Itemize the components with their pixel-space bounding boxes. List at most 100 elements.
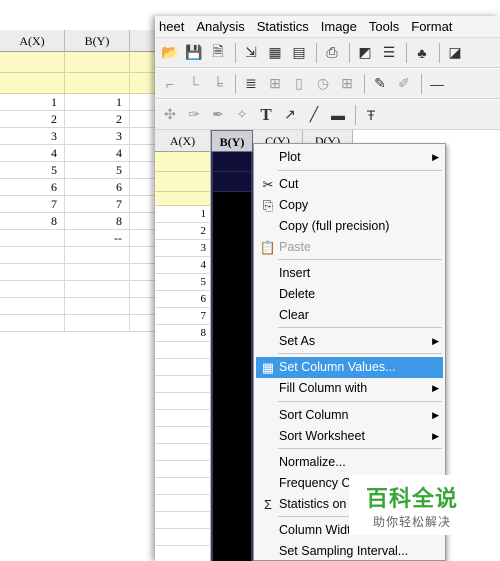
print-icon[interactable]: ⎙ [321,42,343,64]
menu-item-sort-column[interactable]: Sort Column ▶ [256,405,443,426]
rectangle-tool-icon[interactable]: ▬ [327,104,349,126]
row-number[interactable]: 6 [155,291,211,308]
long-name-cell[interactable] [65,52,130,73]
menu-statistics[interactable]: Statistics [251,16,315,37]
open-icon[interactable]: 📂 [159,42,181,64]
menu-item-plot[interactable]: Plot ▶ [256,147,443,168]
table-cell[interactable] [0,298,65,315]
save-template-icon[interactable]: 🗎 [207,42,229,64]
row-number[interactable] [155,546,211,561]
row-number[interactable]: 1 [155,206,211,223]
table-cell[interactable]: 6 [0,179,65,196]
line-icon[interactable]: — [426,73,448,95]
menu-item-set-column-values[interactable]: ▦ Set Column Values... [256,357,443,378]
menu-item-copy[interactable]: ⎘ Copy [256,195,443,216]
table-cell[interactable]: 5 [65,162,130,179]
row-number[interactable]: 7 [155,308,211,325]
row-number[interactable] [155,461,211,478]
table-cell[interactable]: 4 [65,145,130,162]
table-cell[interactable] [65,247,130,264]
table-cell[interactable]: 8 [65,213,130,230]
plot-icon[interactable]: ◩ [354,42,376,64]
row-number[interactable]: 5 [155,274,211,291]
table-cell[interactable]: 5 [0,162,65,179]
row-number[interactable] [155,478,211,495]
menu-item-set-as[interactable]: Set As ▶ [256,331,443,352]
row-number[interactable]: 3 [155,240,211,257]
row-number[interactable] [155,495,211,512]
column-header-a[interactable]: A(X) [155,130,211,152]
list-icon[interactable]: ≣ [240,73,262,95]
units-cell[interactable] [0,73,65,94]
table-cell[interactable] [65,298,130,315]
comments-cell[interactable] [155,192,211,206]
menu-item-set-sampling-interval[interactable]: Set Sampling Interval... [256,541,443,561]
table-cell[interactable] [0,281,65,298]
row-number[interactable]: 2 [155,223,211,240]
table-cell[interactable]: 4 [0,145,65,162]
menu-item-fill-column-with[interactable]: Fill Column with ▶ [256,378,443,399]
column-header-b-selected[interactable]: B(Y) [211,130,253,152]
row-number[interactable] [155,376,211,393]
menu-item-sort-worksheet[interactable]: Sort Worksheet ▶ [256,426,443,447]
import-wizard-icon[interactable]: ▦ [264,42,286,64]
table-icon[interactable]: ☰ [378,42,400,64]
row-number[interactable] [155,393,211,410]
row-number[interactable] [155,529,211,546]
pen-icon[interactable]: ✑ [183,104,205,126]
menu-image[interactable]: Image [315,16,363,37]
menu-item-clear[interactable]: Clear [256,305,443,326]
table-cell[interactable]: 7 [65,196,130,213]
menu-item-delete[interactable]: Delete [256,284,443,305]
arrow-tool-icon[interactable]: ↗ [279,104,301,126]
table-cell[interactable]: 1 [0,94,65,111]
text-format-icon[interactable]: Ŧ [360,104,382,126]
brush-icon[interactable]: ✒ [207,104,229,126]
table-cell[interactable]: 1 [65,94,130,111]
row-number[interactable] [155,410,211,427]
table-cell[interactable]: -- [65,230,130,247]
menu-worksheet[interactable]: heet [155,16,190,37]
long-name-cell[interactable] [155,152,211,172]
table-cell[interactable]: 3 [65,128,130,145]
table-cell[interactable]: 8 [0,213,65,230]
clock-icon[interactable]: ◷ [312,73,334,95]
line-color-icon[interactable]: ✐ [393,73,415,95]
star-icon[interactable]: ✧ [231,104,253,126]
menu-format[interactable]: Format [405,16,458,37]
units-cell[interactable] [155,172,211,192]
table-cell[interactable] [65,281,130,298]
row-number[interactable] [155,342,211,359]
table-cell[interactable] [0,315,65,332]
table-cell[interactable] [0,264,65,281]
align-left-icon[interactable]: ⌐ [159,73,181,95]
table-cell[interactable]: 2 [65,111,130,128]
text-tool-icon[interactable]: T [255,104,277,126]
column-header-a[interactable]: A(X) [0,30,65,52]
table-cell[interactable] [65,315,130,332]
table-cell[interactable]: 3 [0,128,65,145]
table-cell[interactable] [0,230,65,247]
table-cell[interactable]: 7 [0,196,65,213]
table-grid-icon[interactable]: ⊞ [336,73,358,95]
import-multiple-icon[interactable]: ▤ [288,42,310,64]
row-number[interactable] [155,359,211,376]
row-number[interactable] [155,427,211,444]
row-number[interactable] [155,512,211,529]
align-center-icon[interactable]: └ [183,73,205,95]
row-number[interactable] [155,444,211,461]
fill-color-icon[interactable]: ✎ [369,73,391,95]
layer-icon[interactable]: ◪ [444,42,466,64]
table-cell[interactable] [0,247,65,264]
import-icon[interactable]: ⇲ [240,42,262,64]
menu-item-normalize[interactable]: Normalize... [256,452,443,473]
menu-item-paste[interactable]: 📋 Paste [256,237,443,258]
units-cell[interactable] [65,73,130,94]
menu-item-insert[interactable]: Insert [256,263,443,284]
menu-item-copy-full-precision[interactable]: Copy (full precision) [256,216,443,237]
selected-column-b[interactable] [211,152,253,561]
hierarchy-icon[interactable]: ♣ [411,42,433,64]
column-header-b[interactable]: B(Y) [65,30,130,52]
line-tool-icon[interactable]: ╱ [303,104,325,126]
row-number[interactable]: 4 [155,257,211,274]
